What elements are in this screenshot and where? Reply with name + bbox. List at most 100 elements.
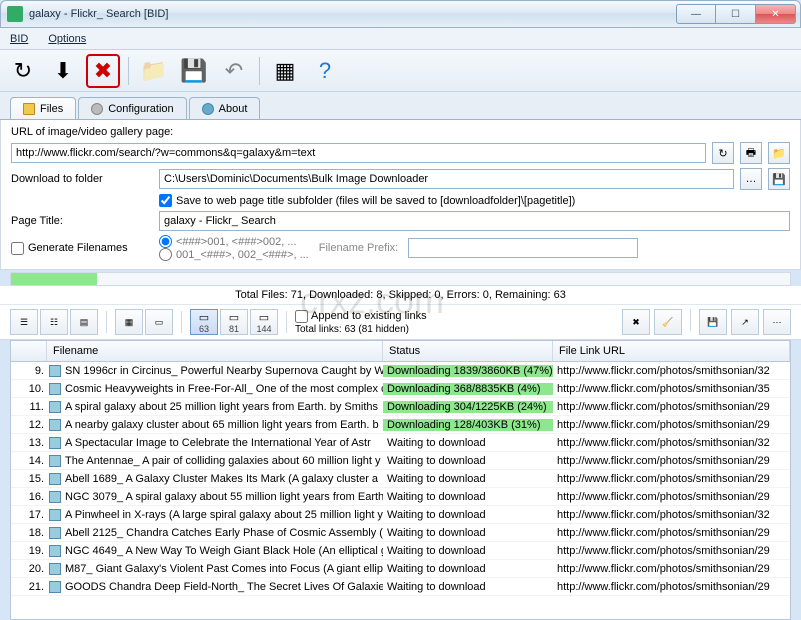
size-63-button[interactable]: ▭63	[190, 309, 218, 335]
undo-icon: ↶	[225, 60, 243, 82]
download-folder-input[interactable]	[159, 169, 734, 189]
tab-files[interactable]: Files	[10, 97, 76, 119]
save-subfolder-label: Save to web page title subfolder (files …	[176, 195, 575, 207]
filter-videos-button[interactable]: ▭	[145, 309, 173, 335]
download-button[interactable]: ⬇	[46, 54, 80, 88]
table-row[interactable]: 14.The Antennae_ A pair of colliding gal…	[11, 452, 790, 470]
cell-filename: A spiral galaxy about 25 million light y…	[63, 401, 383, 413]
filename-pattern-radio-1[interactable]	[159, 235, 172, 248]
refresh-button[interactable]: ↻	[6, 54, 40, 88]
row-number: 10.	[11, 383, 47, 395]
table-row[interactable]: 13.A Spectacular Image to Celebrate the …	[11, 434, 790, 452]
printer-icon: 🖶	[746, 144, 756, 163]
cell-filename: NGC 4649_ A New Way To Weigh Giant Black…	[63, 545, 383, 557]
view-thumbs-button[interactable]: ▤	[70, 309, 98, 335]
cell-filename: SN 1996cr in Circinus_ Powerful Nearby S…	[63, 365, 383, 377]
row-number: 11.	[11, 401, 47, 413]
tab-about[interactable]: About	[189, 97, 261, 119]
cell-url: http://www.flickr.com/photos/smithsonian…	[553, 473, 790, 485]
save-icon: 💾	[772, 173, 786, 186]
table-row[interactable]: 17.A Pinwheel in X-rays (A large spiral …	[11, 506, 790, 524]
cell-status: Waiting to download	[383, 437, 553, 449]
table-row[interactable]: 19.NGC 4649_ A New Way To Weigh Giant Bl…	[11, 542, 790, 560]
delete-button[interactable]: ✖	[622, 309, 650, 335]
col-filename[interactable]: Filename	[47, 341, 383, 361]
export-button[interactable]: 💾	[699, 309, 727, 335]
total-links-label: Total links: 63 (81 hidden)	[295, 324, 427, 335]
main-toolbar: ↻ ⬇ ✖ 📁 💾 ↶ ▦ ?	[0, 50, 801, 92]
cell-url: http://www.flickr.com/photos/smithsonian…	[553, 401, 790, 413]
file-icon	[49, 365, 61, 377]
save-icon: 💾	[180, 60, 207, 82]
col-url[interactable]: File Link URL	[553, 341, 790, 361]
url-refresh-button[interactable]: ↻	[712, 142, 734, 164]
table-row[interactable]: 10. Cosmic Heavyweights in Free-For-All_ …	[11, 380, 790, 398]
filter-images-button[interactable]: ▦	[115, 309, 143, 335]
help-button[interactable]: ?	[308, 54, 342, 88]
cancel-button[interactable]: ✖	[86, 54, 120, 88]
generate-filenames-checkbox[interactable]	[11, 242, 24, 255]
tab-label: Files	[40, 103, 63, 115]
menu-options[interactable]: Options	[44, 31, 90, 47]
open-folder-button[interactable]: 📁	[137, 54, 171, 88]
file-icon	[49, 581, 61, 593]
row-number: 21.	[11, 581, 47, 593]
settings-button[interactable]: ⋯	[763, 309, 791, 335]
page-title-input[interactable]	[159, 211, 790, 231]
table-row[interactable]: 21.GOODS Chandra Deep Field-North_ The S…	[11, 578, 790, 596]
download-icon: ⬇	[54, 60, 72, 82]
file-icon	[49, 455, 61, 467]
cell-filename: NGC 3079_ A spiral galaxy about 55 milli…	[63, 491, 383, 503]
view-toolbar: ☰ ☷ ▤ ▦ ▭ ▭63 ▭81 ▭144 Append to existin…	[0, 304, 801, 340]
append-label: Append to existing links	[311, 310, 427, 322]
table-row[interactable]: 20. M87_ Giant Galaxy's Violent Past Come…	[11, 560, 790, 578]
view-list-button[interactable]: ☰	[10, 309, 38, 335]
table-row[interactable]: 16.NGC 3079_ A spiral galaxy about 55 mi…	[11, 488, 790, 506]
save-button[interactable]: 💾	[177, 54, 211, 88]
app-icon	[7, 6, 23, 22]
table-row[interactable]: 15.Abell 1689_ A Galaxy Cluster Makes It…	[11, 470, 790, 488]
help-icon: ?	[319, 60, 331, 82]
tab-configuration[interactable]: Configuration	[78, 97, 186, 119]
cell-url: http://www.flickr.com/photos/smithsonian…	[553, 527, 790, 539]
size-81-button[interactable]: ▭81	[220, 309, 248, 335]
file-icon	[49, 473, 61, 485]
cell-url: http://www.flickr.com/photos/smithsonian…	[553, 383, 790, 395]
thumbnails-button[interactable]: ▦	[268, 54, 302, 88]
cell-url: http://www.flickr.com/photos/smithsonian…	[553, 365, 790, 377]
filename-pattern-radio-2[interactable]	[159, 248, 172, 261]
table-row[interactable]: 18.Abell 2125_ Chandra Catches Early Pha…	[11, 524, 790, 542]
col-status[interactable]: Status	[383, 341, 553, 361]
cell-filename: A Pinwheel in X-rays (A large spiral gal…	[63, 509, 383, 521]
table-row[interactable]: 11. A spiral galaxy about 25 million ligh…	[11, 398, 790, 416]
cell-filename: The Antennae_ A pair of colliding galaxi…	[63, 455, 383, 467]
save-subfolder-checkbox[interactable]	[159, 194, 172, 207]
maximize-button[interactable]: ☐	[716, 4, 756, 24]
save-path-button[interactable]: 💾	[768, 168, 790, 190]
browse-button[interactable]: …	[740, 168, 762, 190]
close-button[interactable]: ✕	[756, 4, 796, 24]
table-row[interactable]: 9.SN 1996cr in Circinus_ Powerful Nearby…	[11, 362, 790, 380]
folder-icon: 📁	[140, 60, 167, 82]
file-icon	[49, 437, 61, 449]
clean-button[interactable]: 🧹	[654, 309, 682, 335]
size-144-button[interactable]: ▭144	[250, 309, 278, 335]
append-links-checkbox[interactable]	[295, 310, 308, 323]
filename-prefix-input[interactable]	[408, 238, 638, 258]
minimize-button[interactable]: —	[676, 4, 716, 24]
table-row[interactable]: 12.A nearby galaxy cluster about 65 mill…	[11, 416, 790, 434]
cell-filename: M87_ Giant Galaxy's Violent Past Comes i…	[63, 563, 383, 575]
window-titlebar: galaxy - Flickr_ Search [BID] — ☐ ✕	[0, 0, 801, 28]
menu-bid[interactable]: BID	[6, 31, 32, 47]
folder-button[interactable]: 📁	[768, 142, 790, 164]
url-input[interactable]	[11, 143, 706, 163]
cell-status: Waiting to download	[383, 563, 553, 575]
print-button[interactable]: 🖶	[740, 142, 762, 164]
row-number: 20.	[11, 563, 47, 575]
view-details-button[interactable]: ☷	[40, 309, 68, 335]
cell-url: http://www.flickr.com/photos/smithsonian…	[553, 563, 790, 575]
cell-url: http://www.flickr.com/photos/smithsonian…	[553, 455, 790, 467]
cell-filename: Cosmic Heavyweights in Free-For-All_ One…	[63, 383, 383, 395]
undo-button[interactable]: ↶	[217, 54, 251, 88]
output-button[interactable]: ↗	[731, 309, 759, 335]
